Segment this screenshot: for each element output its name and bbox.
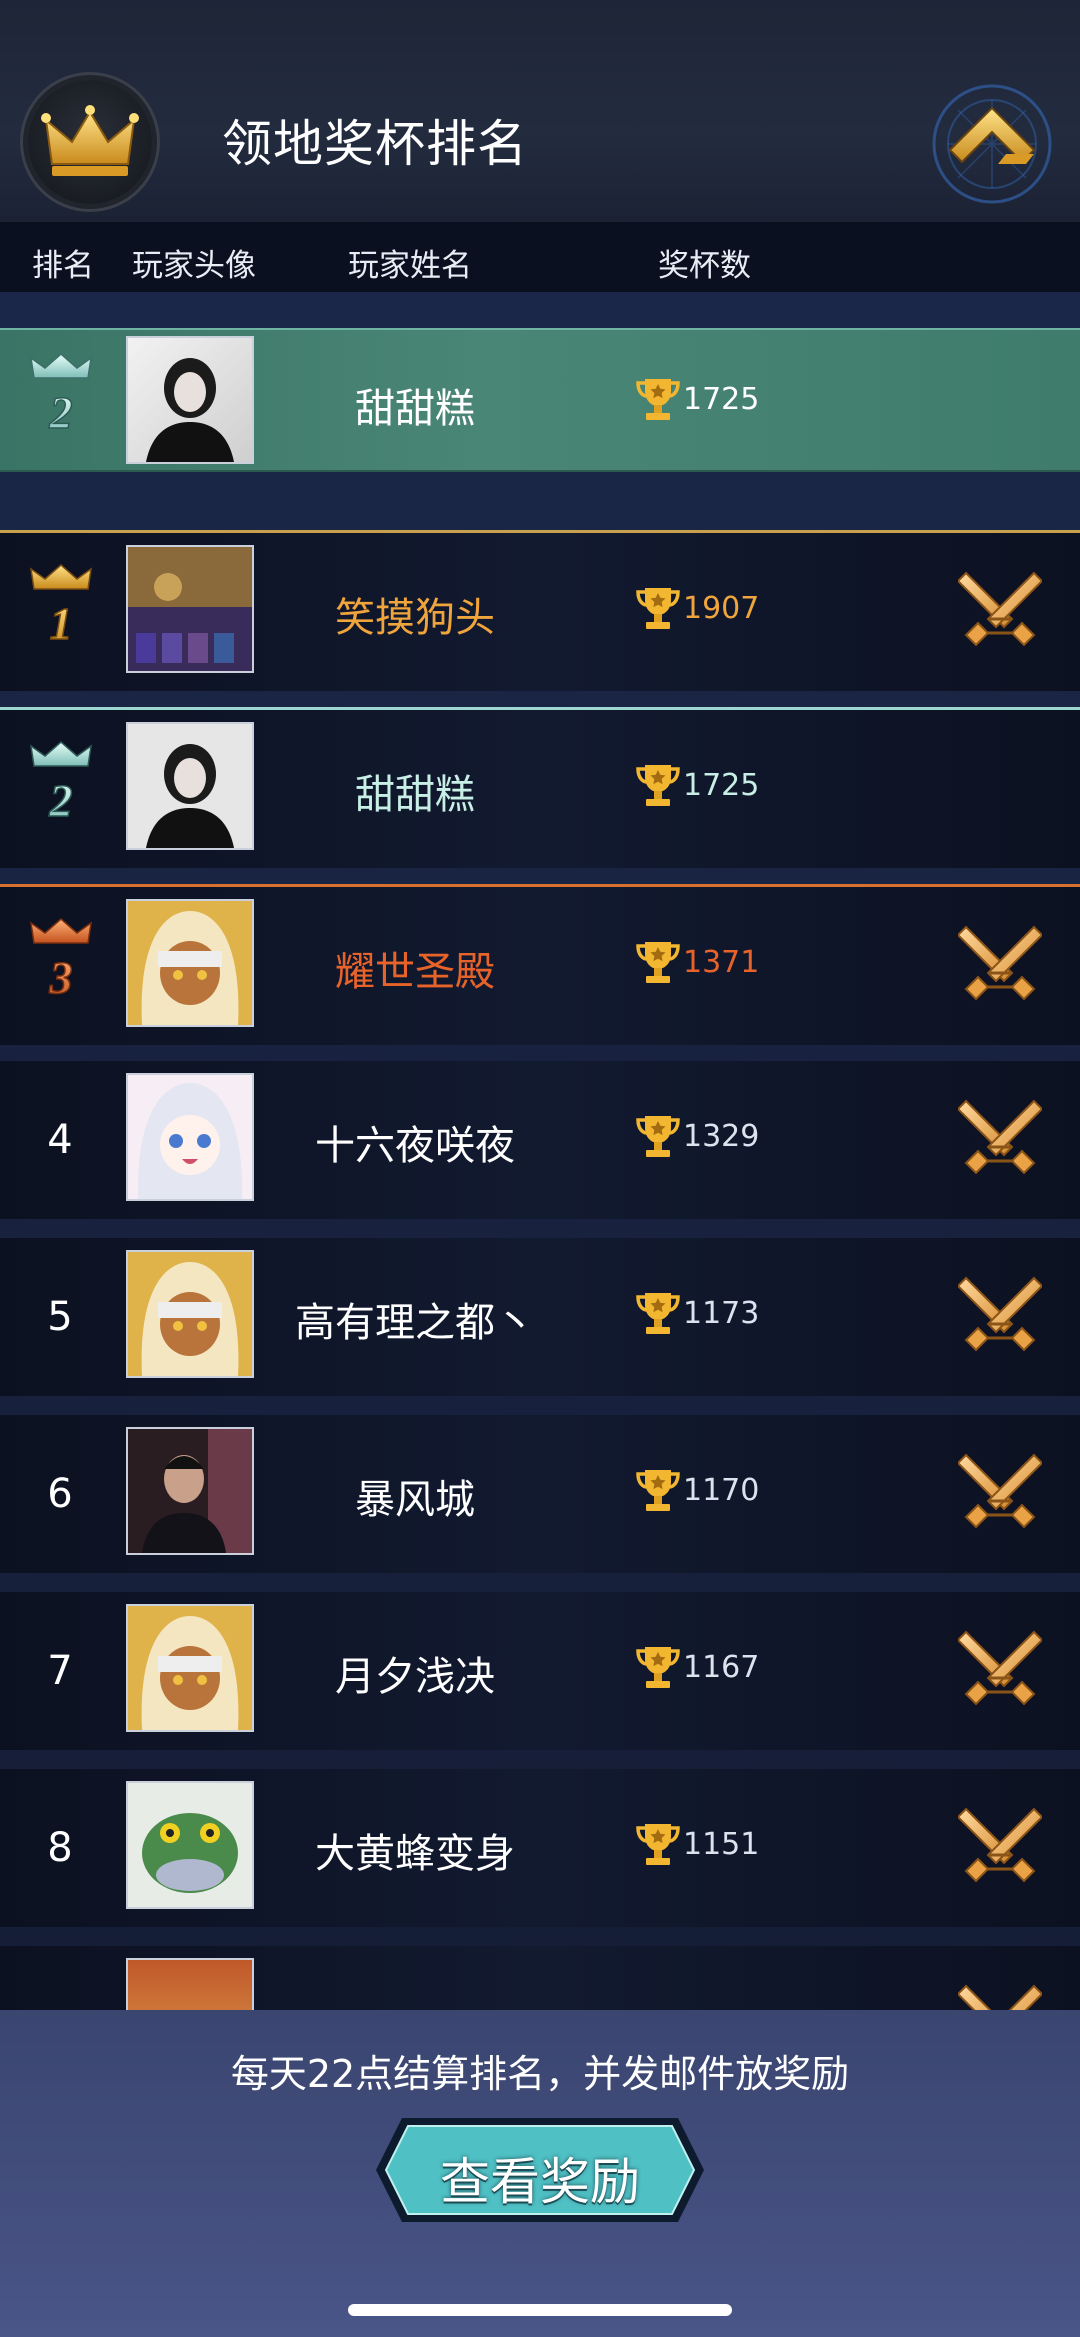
ranking-row[interactable]: 2 甜甜糕 1725 (0, 707, 1080, 868)
player-name: 笑摸狗头 (335, 595, 495, 641)
column-name: 玩家姓名 (348, 248, 472, 284)
crossed-swords-icon[interactable] (958, 1097, 1042, 1181)
rank-crown-icon: 2 (29, 741, 93, 827)
column-rank: 排名 (32, 248, 94, 284)
rank-number: 5 (47, 1294, 73, 1340)
player-name: 高有理之都丶 (295, 1300, 535, 1346)
ranking-list[interactable]: 2 甜甜糕 1725 1 笑摸狗头 1907 2 甜甜糕 1725 3 耀世圣殿 1371 4 十六… (0, 292, 1080, 2010)
avatar[interactable] (126, 1073, 254, 1201)
crossed-swords-icon[interactable] (958, 1451, 1042, 1535)
rank-number: 8 (47, 1825, 73, 1871)
trophy-count: 1329 (683, 1119, 760, 1154)
column-trophies: 奖杯数 (658, 248, 751, 284)
trophy-count: 1173 (683, 1296, 760, 1331)
trophy-count: 1371 (683, 945, 760, 980)
player-name: 甜甜糕 (355, 386, 475, 432)
player-name: 暴风城 (355, 1477, 475, 1523)
column-header: 排名 玩家头像 玩家姓名 奖杯数 (0, 222, 1080, 293)
rank-number: 6 (47, 1471, 73, 1517)
crossed-swords-icon[interactable] (958, 1628, 1042, 1712)
trophy-icon (636, 376, 680, 422)
column-avatar: 玩家头像 (132, 248, 256, 284)
trophy-icon (636, 1644, 680, 1690)
rank-crown-icon: 1 (29, 564, 93, 650)
back-button[interactable] (928, 80, 1056, 208)
avatar[interactable] (126, 1604, 254, 1732)
avatar[interactable] (126, 1427, 254, 1555)
ranking-row[interactable]: 3 耀世圣殿 1371 (0, 884, 1080, 1045)
ranking-row[interactable]: 5 高有理之都丶 1173 (0, 1238, 1080, 1396)
crown-badge (28, 80, 152, 204)
player-name: 耀世圣殿 (335, 949, 495, 995)
avatar[interactable] (126, 545, 254, 673)
trophy-icon (636, 585, 680, 631)
rank-crown-icon: 3 (29, 918, 93, 1004)
player-name: 十六夜咲夜 (315, 1123, 515, 1169)
crossed-swords-icon[interactable] (958, 569, 1042, 653)
back-arrow-icon (932, 84, 1052, 204)
svg-text:2: 2 (49, 387, 73, 438)
rank-number: 7 (47, 1648, 73, 1694)
ranking-row[interactable]: 7 月夕浅决 1167 (0, 1592, 1080, 1750)
crown-icon (41, 105, 139, 176)
player-name: 大黄蜂变身 (315, 1831, 515, 1877)
trophy-count: 1907 (683, 591, 760, 626)
ranking-row[interactable]: 1 笑摸狗头 1907 (0, 530, 1080, 691)
crossed-swords-icon[interactable] (958, 1274, 1042, 1358)
avatar[interactable] (126, 1250, 254, 1378)
trophy-icon (636, 762, 680, 808)
view-rewards-label: 查看奖励 (440, 2153, 640, 2211)
rank-number: 3 (49, 952, 73, 1003)
rank-number: 4 (47, 1117, 73, 1163)
trophy-count: 1151 (683, 1827, 760, 1862)
header-bar (0, 0, 1080, 225)
ranking-row[interactable]: 6 暴风城 1170 (0, 1415, 1080, 1573)
ranking-row[interactable]: 8 大黄蜂变身 1151 (0, 1769, 1080, 1927)
trophy-count: 1725 (683, 768, 760, 803)
ranking-row-partial[interactable] (0, 1946, 1080, 2010)
crossed-swords-icon[interactable] (958, 1982, 1042, 2010)
trophy-icon (636, 1467, 680, 1513)
page-title: 领地奖杯排名 (222, 115, 528, 173)
self-entry[interactable]: 2 甜甜糕 1725 (0, 328, 1080, 472)
avatar[interactable] (126, 1958, 254, 2010)
trophy-icon (636, 1290, 680, 1336)
player-name: 甜甜糕 (355, 772, 475, 818)
ranking-row[interactable]: 4 十六夜咲夜 1329 (0, 1061, 1080, 1219)
crossed-swords-icon[interactable] (958, 1805, 1042, 1889)
trophy-icon (636, 939, 680, 985)
rank-number: 2 (49, 775, 73, 826)
trophy-count: 1725 (683, 382, 760, 417)
settlement-notice: 每天22点结算排名，并发邮件放奖励 (230, 2052, 850, 2096)
avatar[interactable] (126, 722, 254, 850)
trophy-icon (636, 1821, 680, 1867)
rank-number: 1 (50, 598, 73, 649)
trophy-count: 1170 (683, 1473, 760, 1508)
trophy-count: 1167 (683, 1650, 760, 1685)
silver-crown-icon: 2 (29, 353, 93, 439)
avatar[interactable] (126, 899, 254, 1027)
avatar[interactable] (126, 1781, 254, 1909)
player-name: 月夕浅决 (335, 1654, 495, 1700)
avatar (126, 336, 254, 464)
crossed-swords-icon[interactable] (958, 923, 1042, 1007)
home-indicator[interactable] (348, 2304, 732, 2316)
trophy-icon (636, 1113, 680, 1159)
